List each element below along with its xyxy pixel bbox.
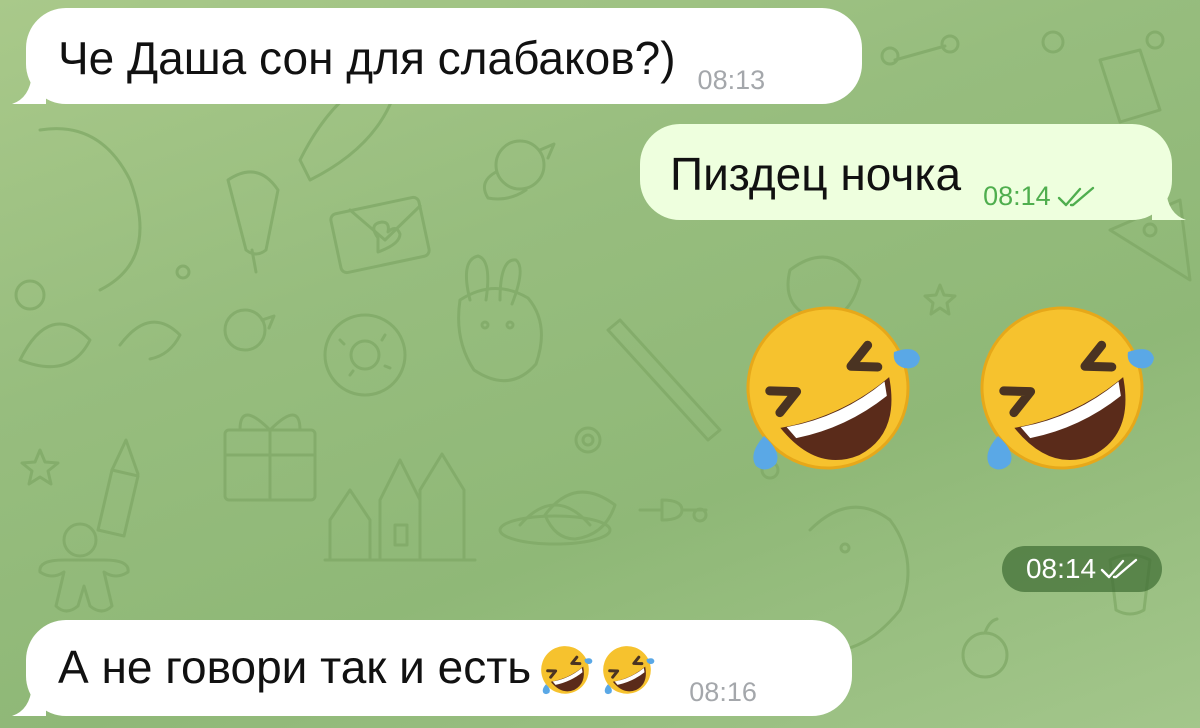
sticker-time-badge: 08:14 — [1002, 546, 1162, 592]
message-time: 08:16 — [689, 677, 757, 708]
incoming-message-bubble[interactable]: А не говори так и есть 08:16 — [12, 620, 852, 716]
rolling-on-floor-laughing-emoji-icon — [541, 646, 593, 695]
message-text: Пиздец ночка — [670, 148, 962, 200]
bubble-tail — [1152, 190, 1186, 220]
message-time: 08:13 — [698, 65, 766, 96]
double-check-icon — [1100, 558, 1138, 579]
message-list[interactable]: Че Даша сон для слабаков?) 08:13 Пиздец … — [0, 0, 1200, 728]
message-time-label: 08:16 — [689, 677, 757, 707]
rolling-on-floor-laughing-emoji-icon — [980, 306, 1154, 470]
rolling-on-floor-laughing-emoji-icon — [746, 306, 920, 470]
message-text: Че Даша сон для слабаков?) — [58, 32, 676, 84]
message-time: 08:14 — [983, 181, 1095, 212]
message-time-label: 08:14 — [983, 181, 1051, 211]
emoji-sticker-message[interactable] — [734, 296, 1156, 474]
message-time-label: 08:14 — [1025, 553, 1097, 584]
rolling-on-floor-laughing-emoji-icon — [603, 646, 655, 695]
message-text: А не говори так и есть — [58, 639, 655, 698]
double-check-icon — [1057, 186, 1094, 206]
bubble-tail — [12, 74, 46, 104]
message-time-label: 08:13 — [697, 65, 766, 95]
outgoing-message-bubble[interactable]: Пиздец ночка 08:14 — [640, 124, 1186, 220]
incoming-message-bubble[interactable]: Че Даша сон для слабаков?) 08:13 — [12, 8, 862, 104]
message-text-content: А не говори так и есть — [58, 641, 532, 694]
bubble-tail — [12, 686, 46, 716]
